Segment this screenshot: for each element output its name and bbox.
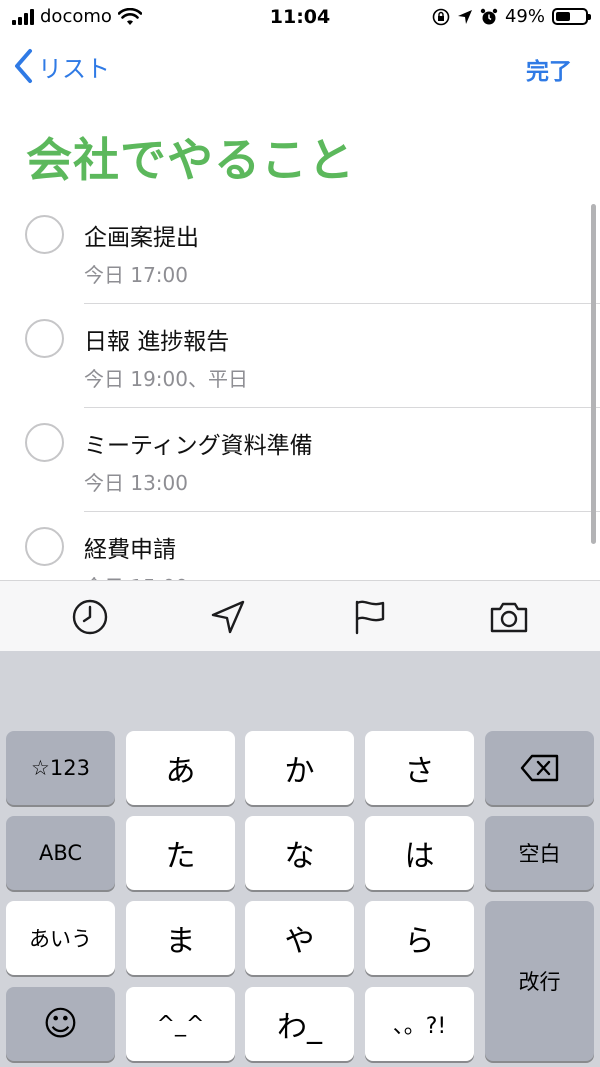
face-mark-key[interactable]: ^_^: [126, 987, 235, 1061]
battery-percent: 49%: [504, 6, 545, 27]
complete-toggle[interactable]: [25, 319, 64, 358]
orientation-lock-icon: [432, 8, 450, 25]
punctuation-key[interactable]: 、。?!: [365, 987, 474, 1061]
alarm-icon: [480, 8, 498, 24]
reminder-detail: 今日 19:00、平日: [84, 367, 248, 391]
kana-key-ma[interactable]: ま: [126, 901, 235, 975]
kana-key-wa[interactable]: わ_: [245, 987, 354, 1061]
kana-key-ka[interactable]: か: [245, 731, 354, 805]
reminder-detail: 今日 15:00: [84, 571, 188, 580]
delete-backward-icon: [520, 754, 558, 782]
kana-key[interactable]: あいう: [6, 901, 115, 975]
reminder-title[interactable]: 経費申請: [84, 530, 176, 564]
reminder-title[interactable]: 日報 進捗報告: [84, 322, 229, 356]
reminder-row[interactable]: 日報 進捗報告 今日 19:00、平日: [0, 304, 600, 408]
reminder-row[interactable]: 経費申請 今日 15:00: [0, 512, 600, 580]
abc-key[interactable]: ABC: [6, 816, 115, 890]
kana-key-ha[interactable]: は: [365, 816, 474, 890]
reminder-row[interactable]: 企画案提出 今日 17:00: [0, 200, 600, 304]
reminder-title[interactable]: 企画案提出: [84, 218, 199, 252]
reminder-detail: 今日 17:00: [84, 263, 188, 287]
kana-key-sa[interactable]: さ: [365, 731, 474, 805]
kana-key-ya[interactable]: や: [245, 901, 354, 975]
flag-icon[interactable]: [350, 597, 390, 637]
backspace-key[interactable]: [485, 731, 594, 805]
scroll-indicator[interactable]: [591, 204, 596, 544]
kana-key-ta[interactable]: た: [126, 816, 235, 890]
location-services-icon: [457, 9, 472, 24]
kana-keyboard: ☆123 ABC あいう ☺ あ か さ た な は ま や ら ^_^ わ_ …: [0, 651, 600, 1067]
back-button-label: リスト: [38, 54, 110, 83]
done-button[interactable]: 完了: [526, 52, 572, 86]
reminder-toolbar: [0, 580, 600, 651]
complete-toggle[interactable]: [25, 215, 64, 254]
kana-key-a[interactable]: あ: [126, 731, 235, 805]
emoji-key[interactable]: ☺: [6, 987, 115, 1061]
clock-icon[interactable]: [70, 597, 110, 637]
reminders-list[interactable]: 企画案提出 今日 17:00 日報 進捗報告 今日 19:00、平日 ミーティン…: [0, 200, 600, 580]
status-bar: docomo 11:04 49%: [0, 0, 600, 34]
return-key[interactable]: 改行: [485, 901, 594, 1061]
back-button[interactable]: リスト: [12, 48, 110, 84]
complete-toggle[interactable]: [25, 527, 64, 566]
numbers-key[interactable]: ☆123: [6, 731, 115, 805]
reminder-row[interactable]: ミーティング資料準備 今日 13:00: [0, 408, 600, 512]
status-right: 49%: [432, 6, 591, 27]
location-arrow-icon[interactable]: [208, 597, 248, 637]
complete-toggle[interactable]: [25, 423, 64, 462]
space-key[interactable]: 空白: [485, 816, 594, 890]
camera-icon[interactable]: [489, 597, 529, 637]
chevron-left-icon: [15, 49, 32, 83]
list-title: 会社でやること: [26, 133, 355, 187]
kana-key-na[interactable]: な: [245, 816, 354, 890]
battery-icon: [552, 8, 591, 25]
reminder-title[interactable]: ミーティング資料準備: [84, 426, 313, 460]
reminder-detail: 今日 13:00: [84, 471, 188, 495]
kana-key-ra[interactable]: ら: [365, 901, 474, 975]
